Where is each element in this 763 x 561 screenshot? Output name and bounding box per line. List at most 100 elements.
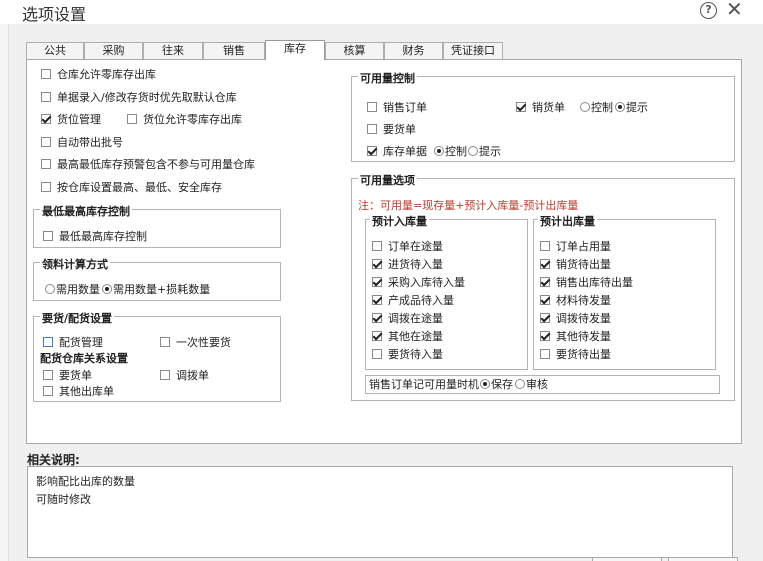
option-per-warehouse-limits[interactable]: 按仓库设置最高、最低、安全库存 <box>41 181 222 195</box>
checkbox-checked[interactable] <box>540 277 550 287</box>
option-sales-order[interactable]: 销售订单 <box>367 101 427 115</box>
inbound-item[interactable]: 其他在途量 <box>372 330 443 344</box>
close-icon[interactable]: ✕ <box>726 0 743 19</box>
group-expected-inbound: 预计入库量 订单在途量 进货待入量 采购入库待入量 产成品待入量 调拨在途量 其… <box>365 215 528 370</box>
radio[interactable] <box>468 146 478 156</box>
checkbox[interactable] <box>160 370 170 380</box>
checkbox-checked[interactable] <box>540 313 550 323</box>
outbound-item[interactable]: 订单占用量 <box>540 240 611 254</box>
checkbox[interactable] <box>43 231 53 241</box>
checkbox[interactable] <box>160 337 170 347</box>
outbound-item[interactable]: 调拨待发量 <box>540 312 611 326</box>
checkbox-checked[interactable] <box>367 146 377 156</box>
checkbox[interactable] <box>41 69 51 79</box>
checkbox[interactable] <box>43 386 53 396</box>
checkbox[interactable] <box>41 182 51 192</box>
outbound-item[interactable]: 销货待出量 <box>540 258 611 272</box>
tab-costing[interactable]: 核算 <box>325 42 384 59</box>
checkbox[interactable] <box>43 370 53 380</box>
option-stock-doc[interactable]: 库存单据 <box>367 145 427 159</box>
checkbox[interactable] <box>540 241 550 251</box>
inbound-item[interactable]: 调拨在途量 <box>372 312 443 326</box>
outbound-item[interactable]: 材料待发量 <box>540 294 611 308</box>
option-default-warehouse[interactable]: 单据录入/修改存货时优先取默认仓库 <box>41 91 237 105</box>
checkbox-checked[interactable] <box>540 259 550 269</box>
option-one-time-requisition[interactable]: 一次性要货 <box>160 336 231 350</box>
checkbox-checked[interactable] <box>372 259 382 269</box>
inbound-item[interactable]: 要货待入量 <box>372 348 443 362</box>
group-title: 可用量控制 <box>358 72 417 86</box>
radio-required-plus-loss[interactable]: 需用数量+损耗数量 <box>102 283 210 297</box>
checkbox-checked[interactable] <box>372 313 382 323</box>
bottom-button[interactable] <box>592 557 662 561</box>
inbound-item[interactable]: 产成品待入量 <box>372 294 454 308</box>
checkbox-checked[interactable] <box>516 102 526 112</box>
option-requisition[interactable]: 要货单 <box>367 123 416 137</box>
checkbox-focused[interactable] <box>43 337 53 347</box>
tab-sales[interactable]: 销售 <box>203 42 265 59</box>
checkbox-checked[interactable] <box>540 295 550 305</box>
checkbox-checked[interactable] <box>372 331 382 341</box>
outbound-item[interactable]: 销售出库待出量 <box>540 276 633 290</box>
outbound-item[interactable]: 其他待发量 <box>540 330 611 344</box>
option-allow-zero-stock[interactable]: 仓库允许零库存出库 <box>41 68 156 82</box>
bottom-button[interactable] <box>668 557 738 561</box>
checkbox-checked[interactable] <box>540 331 550 341</box>
option-warning-excluded[interactable]: 最高最低库存预警包含不参与可用量仓库 <box>41 158 255 172</box>
radio-selected[interactable] <box>480 379 490 389</box>
tab-inventory[interactable]: 库存 <box>265 40 325 60</box>
tab-accounts[interactable]: 往来 <box>143 42 203 59</box>
radio-prompt[interactable]: 提示 <box>615 101 648 115</box>
radio-stock-prompt[interactable]: 提示 <box>468 145 501 159</box>
option-other-outbound-doc[interactable]: 其他出库单 <box>43 385 114 399</box>
option-location-zero-stock[interactable]: 货位允许零库存出库 <box>127 113 242 127</box>
radio-selected[interactable] <box>434 146 444 156</box>
tab-voucher-interface[interactable]: 凭证接口 <box>443 42 503 59</box>
radio-timing-save[interactable]: 保存 <box>480 378 513 392</box>
formula-note: 注：可用量=现存量+预计入库量-预计出库量 <box>358 199 579 212</box>
radio-selected[interactable] <box>615 102 625 112</box>
related-line: 影响配比出库的数量 <box>36 475 135 488</box>
group-availability-control: 可用量控制 销售订单 销货单 控制 提示 要货单 库存单据 控制 提示 <box>351 72 735 162</box>
checkbox[interactable] <box>127 114 137 124</box>
option-auto-batch[interactable]: 自动带出批号 <box>41 136 123 150</box>
radio[interactable] <box>45 284 55 294</box>
radio-control[interactable]: 控制 <box>580 101 613 115</box>
checkbox[interactable] <box>540 349 550 359</box>
inbound-item[interactable]: 进货待入量 <box>372 258 443 272</box>
group-expected-outbound: 预计出库量 订单占用量 销货待出量 销售出库待出量 材料待发量 调拨待发量 其他… <box>533 215 716 370</box>
radio-timing-audit[interactable]: 审核 <box>515 378 548 392</box>
inbound-item[interactable]: 采购入库待入量 <box>372 276 465 290</box>
option-location-management[interactable]: 货位管理 <box>41 113 101 127</box>
option-max-min-control[interactable]: 最低最高库存控制 <box>43 230 147 244</box>
checkbox-checked[interactable] <box>41 114 51 124</box>
radio-selected[interactable] <box>102 284 112 294</box>
checkbox-checked[interactable] <box>372 277 382 287</box>
checkbox[interactable] <box>372 241 382 251</box>
radio-stock-control[interactable]: 控制 <box>434 145 467 159</box>
option-distribution-management[interactable]: 配货管理 <box>43 336 103 350</box>
help-icon[interactable]: ? <box>700 2 717 19</box>
option-sales-invoice[interactable]: 销货单 <box>516 101 565 115</box>
checkbox[interactable] <box>367 124 377 134</box>
checkbox[interactable] <box>41 159 51 169</box>
radio[interactable] <box>580 102 590 112</box>
radio[interactable] <box>515 379 525 389</box>
group-max-min-stock: 最低最高库存控制 最低最高库存控制 <box>33 205 281 248</box>
inbound-item[interactable]: 订单在途量 <box>372 240 443 254</box>
checkbox[interactable] <box>367 102 377 112</box>
checkbox-checked[interactable] <box>372 295 382 305</box>
option-requisition-doc[interactable]: 要货单 <box>43 369 92 383</box>
tab-purchase[interactable]: 采购 <box>84 42 143 59</box>
tab-public[interactable]: 公共 <box>26 42 84 59</box>
tab-finance[interactable]: 财务 <box>384 42 443 59</box>
group-title: 可用量选项 <box>358 174 417 188</box>
checkbox[interactable] <box>372 349 382 359</box>
option-transfer-doc[interactable]: 调拨单 <box>160 369 209 383</box>
group-supply-settings: 要货/配货设置 配货管理 一次性要货 配货仓库关系设置 要货单 调拨单 其他出库… <box>33 312 281 402</box>
outbound-item[interactable]: 要货待出量 <box>540 348 611 362</box>
checkbox[interactable] <box>41 137 51 147</box>
group-title: 最低最高库存控制 <box>40 205 132 219</box>
radio-required-qty[interactable]: 需用数量 <box>45 283 100 297</box>
checkbox[interactable] <box>41 92 51 102</box>
